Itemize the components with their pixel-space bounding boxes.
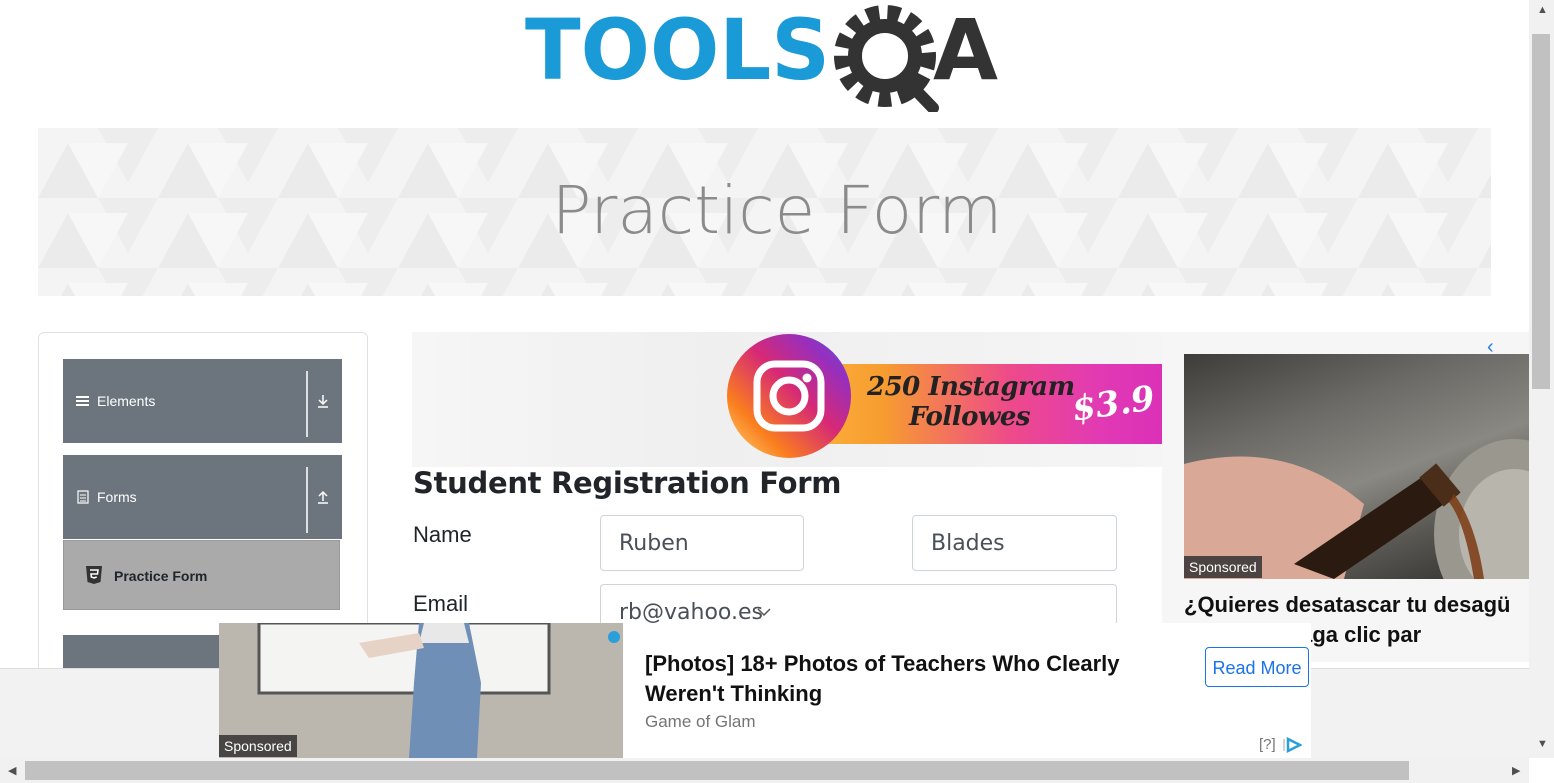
download-arrow-icon	[318, 395, 328, 408]
chevron-down-icon	[757, 608, 771, 617]
ad-text: 250 Instagram	[867, 372, 1075, 402]
ad-headline[interactable]: [Photos] 18+ Photos of Teachers Who Clea…	[645, 649, 1185, 709]
ad-image: Sponsored	[1184, 354, 1529, 579]
toolsqa-logo[interactable]: TOOLS A	[525, 4, 1010, 112]
ad-headline-line: ¿Quieres desatascar tu desagü	[1184, 592, 1511, 617]
sidebar-item-practice-form[interactable]: Practice Form	[63, 540, 340, 610]
page-title: Practice Form	[551, 172, 1003, 249]
ad-source: Game of Glam	[645, 712, 756, 731]
adchoices-text: [?]	[1259, 736, 1276, 753]
scroll-down-icon[interactable]: ▼	[1537, 738, 1548, 750]
logo-tools-text: TOOLS	[525, 4, 830, 99]
sidebar-group-label: Elements	[97, 393, 156, 409]
first-name-input[interactable]: Ruben	[600, 515, 804, 571]
adchoices-icon	[1283, 737, 1303, 754]
sidebar-group-forms[interactable]: Forms	[63, 455, 342, 539]
divider	[306, 371, 308, 437]
hamburger-icon	[76, 396, 89, 406]
email-label: Email	[413, 591, 469, 616]
ad-text: Followes	[909, 402, 1031, 432]
sidebar-group-label: Forms	[97, 489, 137, 505]
instagram-logo-icon	[727, 334, 851, 458]
sponsored-tag: Sponsored	[1184, 556, 1262, 578]
bottom-sponsored-ad[interactable]: Sponsored [Photos] 18+ Photos of Teacher…	[219, 623, 1311, 758]
ad-image: Sponsored	[219, 623, 623, 758]
scroll-right-icon[interactable]: ▶	[1512, 764, 1520, 777]
scroll-up-icon[interactable]: ▲	[1537, 4, 1548, 16]
last-name-input[interactable]: Blades	[912, 515, 1117, 571]
adchoices-link[interactable]: [?]	[1259, 736, 1303, 754]
scrollbar-thumb[interactable]	[1532, 34, 1550, 389]
gear-magnifier-icon	[834, 5, 939, 112]
html5-icon	[86, 566, 102, 584]
form-title: Student Registration Form	[413, 466, 842, 500]
name-label: Name	[413, 522, 472, 547]
document-icon	[77, 490, 89, 504]
sidebar-group-elements[interactable]: Elements	[63, 359, 342, 443]
logo-qa-text: A	[933, 4, 998, 99]
instagram-ad-banner[interactable]: 250 Instagram Followes $3.9	[412, 332, 1162, 467]
vertical-scrollbar[interactable]: ▲ ▼	[1529, 0, 1554, 758]
scrollbar-thumb[interactable]	[25, 761, 1409, 780]
upload-arrow-icon	[318, 490, 328, 504]
scroll-left-icon[interactable]: ◀	[8, 764, 16, 777]
sidebar-item-label: Practice Form	[114, 568, 208, 584]
read-more-button[interactable]: Read More	[1205, 647, 1309, 687]
divider	[306, 467, 308, 533]
horizontal-scrollbar[interactable]: ◀ ▶	[0, 758, 1529, 783]
sponsored-tag: Sponsored	[219, 735, 297, 757]
right-sponsored-ad[interactable]: ‹ Sponsored ¿Quieres desatascar tu desag…	[1162, 332, 1529, 662]
